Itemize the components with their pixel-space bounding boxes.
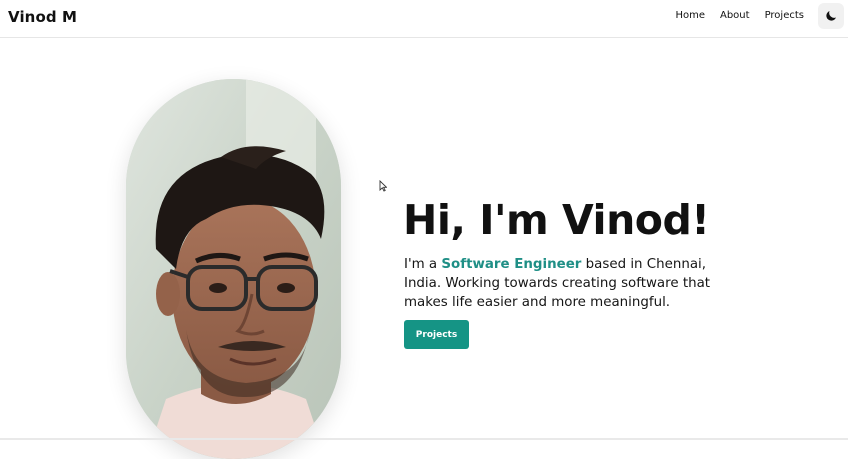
profile-photo [126, 79, 341, 459]
navbar: Vinod M Home About Projects [0, 0, 848, 38]
projects-button[interactable]: Projects [404, 320, 469, 349]
theme-toggle-button[interactable] [818, 3, 844, 29]
nav-link-home[interactable]: Home [675, 9, 705, 23]
hero-intro: I'm a Software Engineer based in Chennai… [404, 255, 734, 312]
mouse-cursor-icon [379, 180, 387, 192]
intro-prefix: I'm a [404, 257, 442, 272]
brand-logo[interactable]: Vinod M [8, 8, 77, 26]
nav-link-about[interactable]: About [720, 9, 750, 23]
nav-links: Home About Projects [675, 9, 804, 23]
role-highlight: Software Engineer [441, 257, 582, 272]
nav-link-projects[interactable]: Projects [765, 9, 804, 23]
moon-icon [826, 11, 836, 21]
hero-title: Hi, I'm Vinod! [403, 196, 710, 244]
